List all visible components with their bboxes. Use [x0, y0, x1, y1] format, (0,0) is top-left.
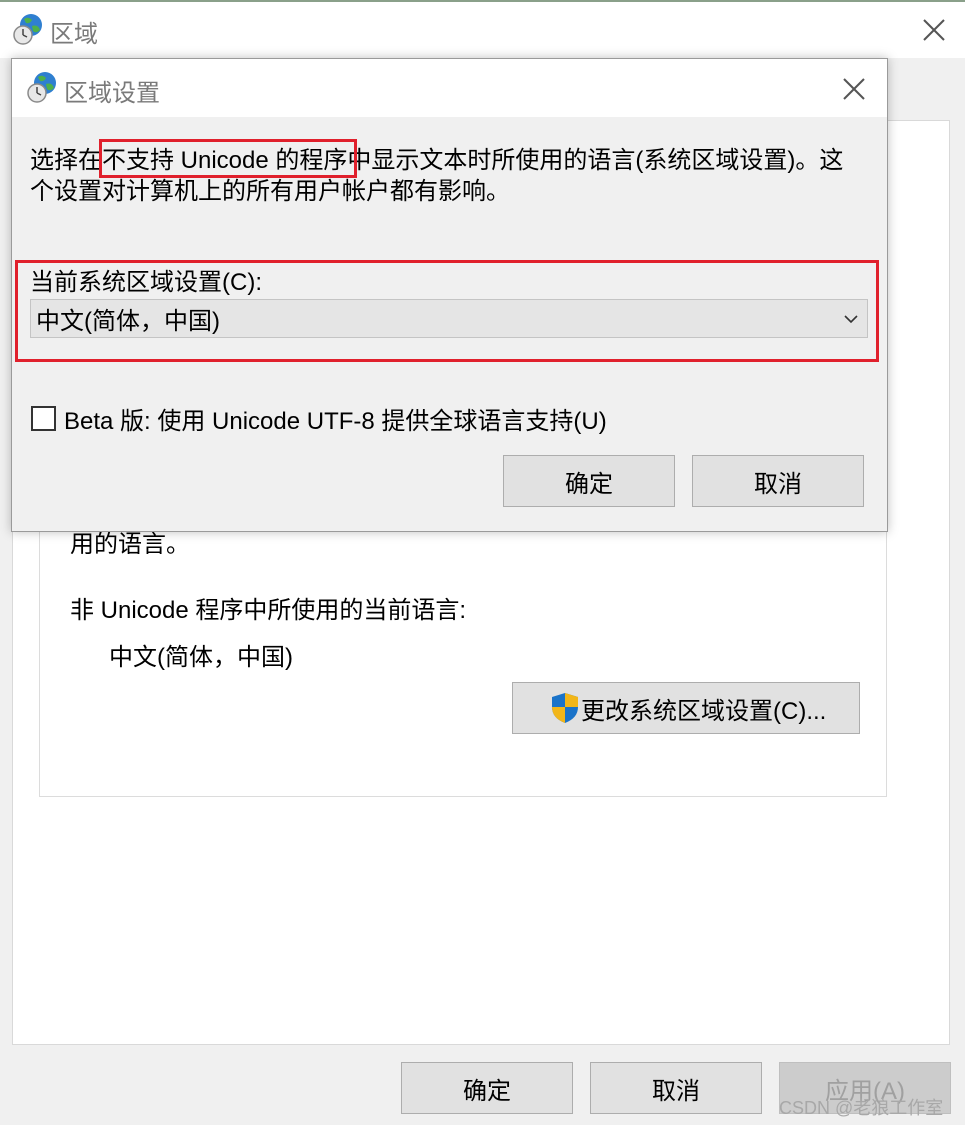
- shield-icon: [551, 692, 579, 724]
- region-settings-title: 区域设置: [64, 80, 160, 107]
- region-settings-close-button[interactable]: [832, 69, 876, 109]
- annotation-highlight-box: [15, 260, 879, 362]
- close-icon: [923, 19, 945, 41]
- region-settings-titlebar: 区域设置: [12, 59, 887, 117]
- dialog-cancel-button[interactable]: 取消: [692, 455, 864, 507]
- change-system-locale-label: 更改系统区域设置(C)...: [581, 697, 827, 725]
- current-language-label: 非 Unicode 程序中所使用的当前语言:: [70, 597, 467, 624]
- beta-utf8-label: Beta 版: 使用 Unicode UTF-8 提供全球语言支持(U): [64, 408, 607, 435]
- beta-utf8-option[interactable]: Beta 版: 使用 Unicode UTF-8 提供全球语言支持(U): [31, 401, 607, 436]
- region-ok-button[interactable]: 确定: [401, 1062, 573, 1114]
- globe-clock-icon: [12, 12, 44, 46]
- region-window-title: 区域: [50, 21, 98, 48]
- locale-description-line-2: 个设置对计算机上的所有用户帐户都有影响。: [30, 178, 510, 205]
- region-window-close-button[interactable]: [912, 10, 956, 50]
- watermark: CSDN @老狼工作室: [779, 1098, 944, 1118]
- globe-clock-icon: [26, 70, 58, 104]
- annotation-highlight-box: [99, 139, 357, 178]
- current-language-value: 中文(简体，中国): [109, 644, 293, 671]
- region-settings-dialog: 区域设置 选择在不支持 Unicode 的程序中显示文本时所使用的语言(系统区域…: [11, 58, 888, 532]
- dialog-ok-button[interactable]: 确定: [503, 455, 675, 507]
- region-cancel-button[interactable]: 取消: [590, 1062, 762, 1114]
- close-icon: [843, 78, 865, 100]
- region-window-titlebar: 区域: [0, 2, 965, 58]
- beta-utf8-checkbox[interactable]: [31, 406, 56, 431]
- change-system-locale-button[interactable]: 更改系统区域设置(C)...: [512, 682, 860, 734]
